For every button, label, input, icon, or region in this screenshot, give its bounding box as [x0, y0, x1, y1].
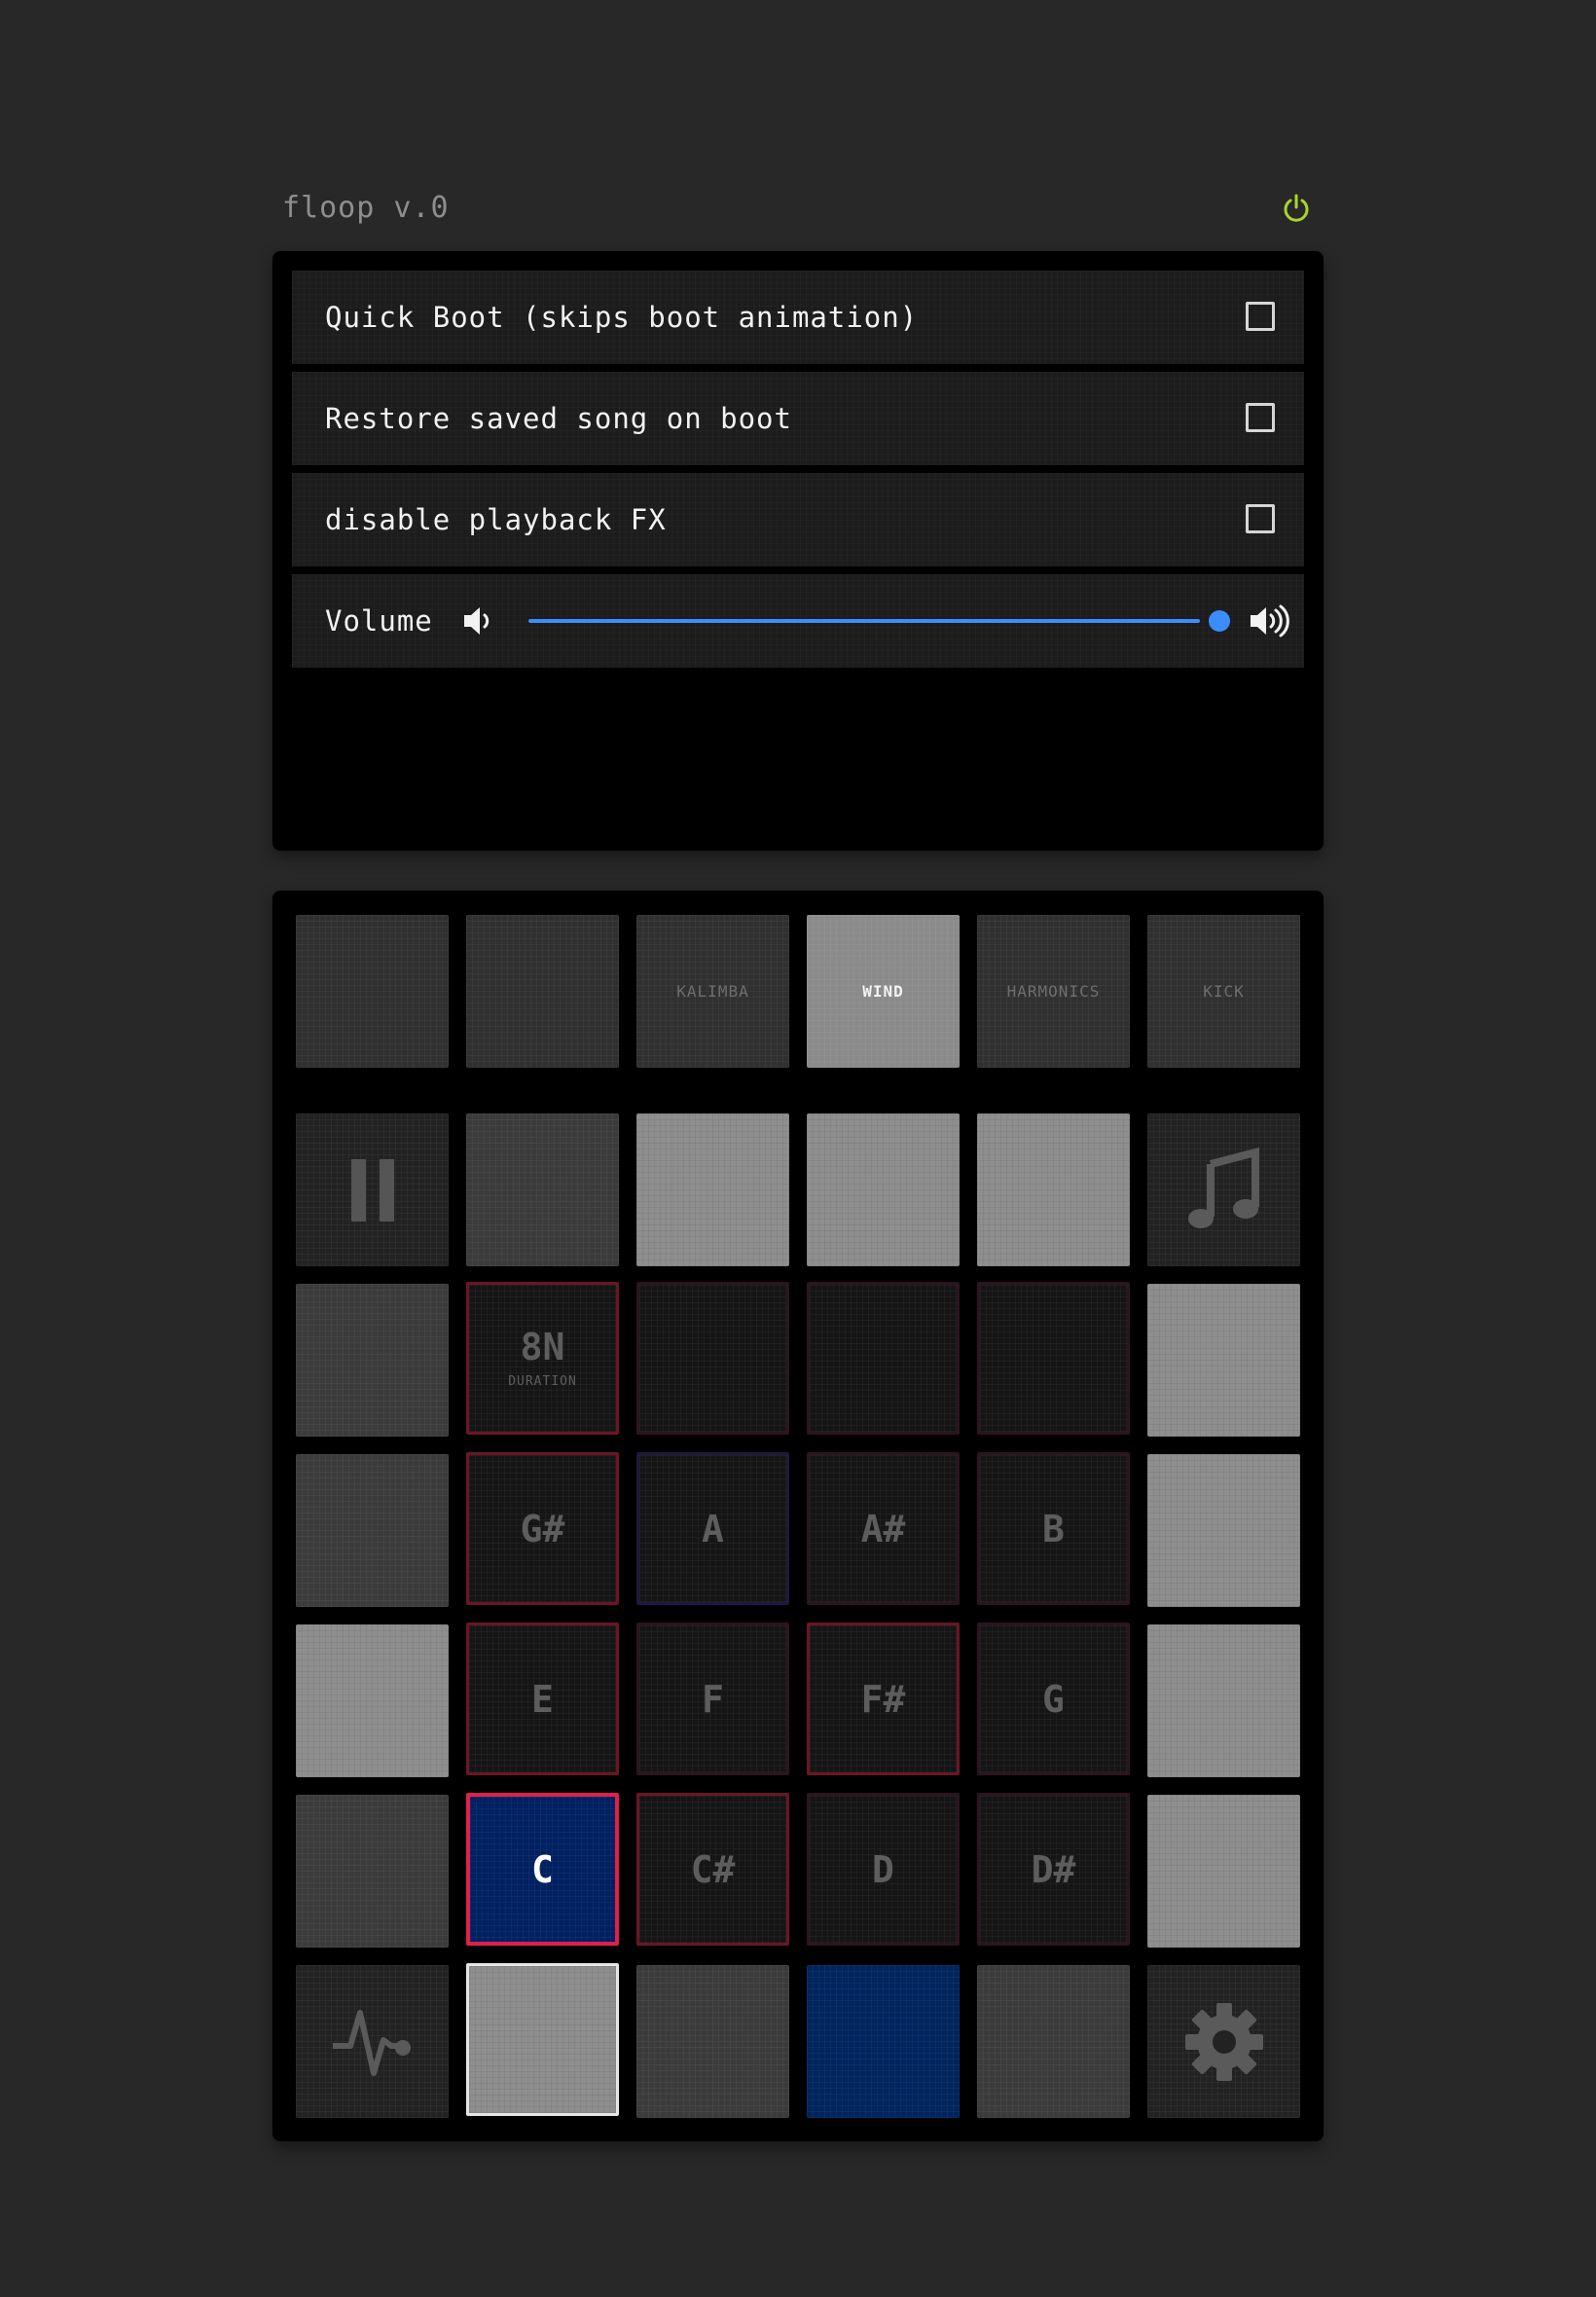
settings-panel: Quick Boot (skips boot animation) Restor…	[272, 251, 1324, 851]
empty-pad[interactable]	[636, 1282, 789, 1435]
note-pad-d[interactable]: D	[807, 1793, 960, 1946]
step-pad[interactable]	[977, 1113, 1130, 1266]
note-label: C#	[690, 1847, 736, 1891]
side-pad[interactable]	[296, 1624, 449, 1777]
duration-value: 8N	[520, 1326, 565, 1368]
instrument-harmonics[interactable]: HARMONICS	[977, 915, 1130, 1068]
note-pad-c[interactable]: C	[466, 1793, 619, 1946]
side-pad[interactable]	[296, 1454, 449, 1607]
empty-pad[interactable]	[977, 1282, 1130, 1435]
note-pad-c-sharp[interactable]: C#	[636, 1793, 789, 1946]
side-pad[interactable]	[1147, 1454, 1300, 1607]
note-pad-e[interactable]: E	[466, 1622, 619, 1775]
volume-slider-thumb[interactable]	[1209, 610, 1230, 632]
speaker-low-icon[interactable]	[461, 603, 496, 638]
note-pad-g-sharp[interactable]: G#	[466, 1452, 619, 1605]
pause-button[interactable]	[296, 1113, 449, 1266]
volume-slider-track[interactable]	[528, 619, 1200, 623]
instrument-label: KALIMBA	[676, 982, 749, 1001]
bottom-pad[interactable]	[466, 1963, 619, 2116]
note-label: F	[702, 1677, 724, 1721]
app-title: floop v.0	[282, 191, 450, 225]
note-pad-f-sharp[interactable]: F#	[807, 1622, 960, 1775]
instrument-kalimba[interactable]: KALIMBA	[636, 915, 789, 1068]
quick-boot-checkbox[interactable]	[1246, 302, 1275, 331]
waveform-icon	[332, 2009, 411, 2076]
disable-fx-checkbox[interactable]	[1246, 504, 1275, 533]
music-button[interactable]	[1147, 1113, 1300, 1266]
duration-caption: DURATION	[508, 1374, 577, 1389]
instrument-kick[interactable]: KICK	[1147, 915, 1300, 1068]
restore-song-checkbox[interactable]	[1246, 403, 1275, 432]
quick-boot-row[interactable]: Quick Boot (skips boot animation)	[292, 271, 1304, 364]
note-label: B	[1042, 1507, 1065, 1550]
quick-boot-label: Quick Boot (skips boot animation)	[325, 301, 919, 334]
note-pad-f[interactable]: F	[636, 1622, 789, 1775]
music-note-icon	[1187, 1147, 1259, 1228]
pause-icon	[350, 1158, 394, 1221]
side-pad[interactable]	[1147, 1624, 1300, 1777]
restore-song-label: Restore saved song on boot	[325, 402, 792, 435]
note-label: A#	[860, 1507, 906, 1550]
note-pad-b[interactable]: B	[977, 1452, 1130, 1605]
disable-fx-label: disable playback FX	[325, 503, 667, 536]
note-label: F#	[860, 1677, 906, 1721]
note-label: E	[531, 1677, 554, 1721]
step-pad[interactable]	[466, 1113, 619, 1266]
volume-row: Volume	[292, 574, 1304, 668]
volume-label: Volume	[325, 604, 433, 638]
note-label: G	[1042, 1677, 1065, 1721]
restore-song-row[interactable]: Restore saved song on boot	[292, 372, 1304, 465]
instrument-label: HARMONICS	[1006, 982, 1101, 1001]
side-pad[interactable]	[1147, 1795, 1300, 1948]
bottom-pad[interactable]	[807, 1965, 960, 2118]
instrument-label: KICK	[1203, 982, 1245, 1001]
instrument-slot-1[interactable]	[296, 915, 449, 1068]
bottom-pad[interactable]	[636, 1965, 789, 2118]
step-pad[interactable]	[807, 1113, 960, 1266]
note-pad-g[interactable]: G	[977, 1622, 1130, 1775]
pad-panel: KALIMBA WIND HARMONICS KICK 8N DURATION …	[272, 891, 1324, 2141]
side-pad[interactable]	[296, 1795, 449, 1948]
side-pad[interactable]	[296, 1284, 449, 1437]
bottom-pad[interactable]	[977, 1965, 1130, 2118]
settings-button[interactable]	[1147, 1965, 1300, 2118]
instrument-label: WIND	[862, 982, 904, 1001]
waveform-button[interactable]	[296, 1965, 449, 2118]
note-pad-a-sharp[interactable]: A#	[807, 1452, 960, 1605]
disable-fx-row[interactable]: disable playback FX	[292, 473, 1304, 566]
step-pad[interactable]	[636, 1113, 789, 1266]
note-label: D#	[1031, 1847, 1076, 1891]
note-label: G#	[520, 1507, 565, 1550]
empty-pad[interactable]	[807, 1282, 960, 1435]
note-pad-a[interactable]: A	[636, 1452, 789, 1605]
instrument-wind[interactable]: WIND	[807, 915, 960, 1068]
gear-icon	[1184, 2002, 1263, 2081]
speaker-high-icon[interactable]	[1248, 603, 1292, 638]
note-label: D	[872, 1847, 894, 1891]
duration-pad[interactable]: 8N DURATION	[466, 1282, 619, 1435]
note-label: A	[702, 1507, 724, 1550]
side-pad[interactable]	[1147, 1284, 1300, 1437]
power-icon[interactable]	[1281, 193, 1312, 224]
note-label: C	[531, 1847, 554, 1891]
note-pad-d-sharp[interactable]: D#	[977, 1793, 1130, 1946]
instrument-slot-2[interactable]	[466, 915, 619, 1068]
